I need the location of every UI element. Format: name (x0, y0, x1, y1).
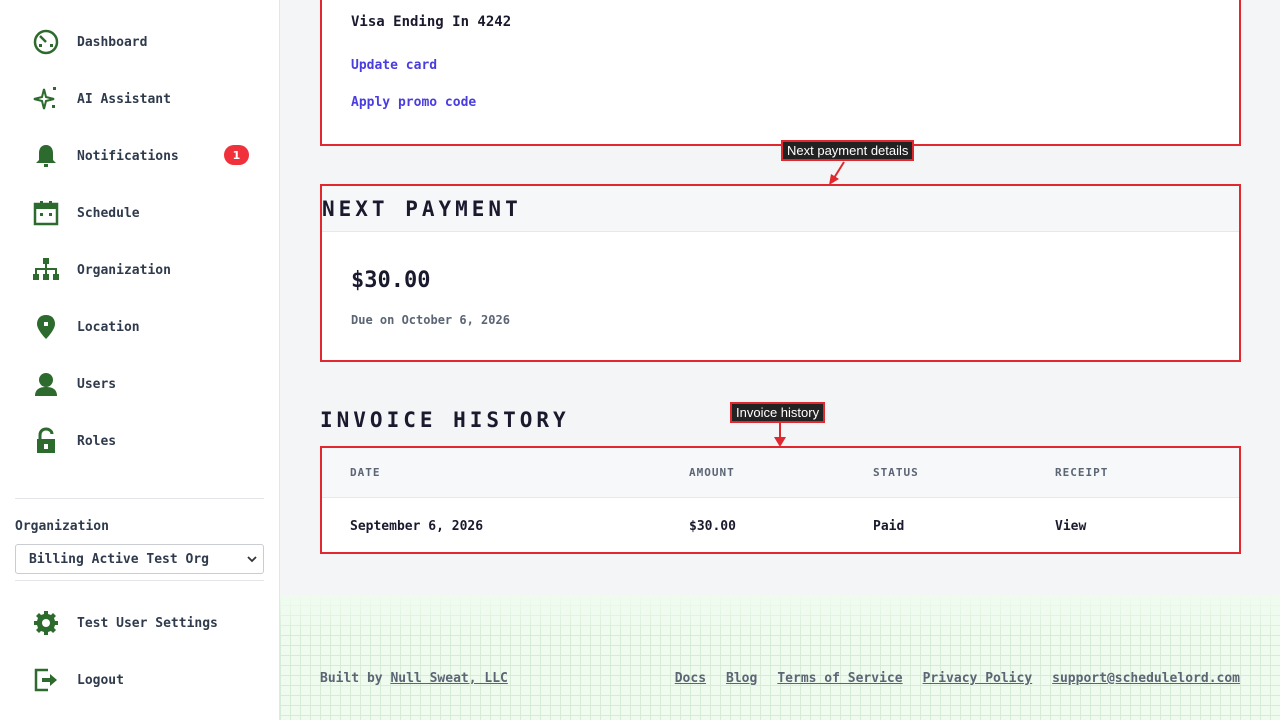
gear-icon (30, 607, 62, 639)
invoice-status: Paid (873, 519, 905, 534)
annotation-invoice-history: Invoice history (730, 402, 826, 423)
sidebar-item-schedule[interactable]: Schedule (30, 193, 265, 233)
calendar-icon (30, 197, 62, 229)
card-label: Visa Ending In 4242 (351, 14, 512, 30)
user-icon (30, 368, 62, 400)
sidebar-item-label: Logout (77, 672, 124, 688)
sidebar-item-label: Dashboard (77, 34, 148, 50)
sidebar-item-label: Test User Settings (77, 615, 218, 631)
footer-links: Docs Blog Terms of Service Privacy Polic… (675, 671, 1240, 686)
footer-link-blog[interactable]: Blog (726, 671, 757, 686)
annotation-arrow-icon (774, 422, 786, 447)
next-payment-due-date: Due on October 6, 2026 (351, 313, 510, 327)
sidebar: Dashboard AI Assistant Notifications 1 S… (0, 0, 280, 720)
annotation-next-payment: Next payment details (781, 140, 915, 161)
notification-badge: 1 (224, 145, 249, 165)
sidebar-item-location[interactable]: Location (30, 307, 265, 347)
built-by-link[interactable]: Null Sweat, LLC (390, 671, 507, 686)
next-payment-card: NEXT PAYMENT $30.00 Due on October 6, 20… (320, 184, 1241, 362)
column-header-amount: AMOUNT (689, 466, 735, 479)
next-payment-header: NEXT PAYMENT (322, 186, 1239, 232)
built-by: Built by Null Sweat, LLC (320, 671, 508, 686)
sidebar-item-label: Roles (77, 433, 117, 449)
organization-select-value: Billing Active Test Org (29, 551, 210, 567)
payment-method-card: Visa Ending In 4242 Update card Apply pr… (320, 0, 1241, 146)
organization-select[interactable]: Billing Active Test Org (15, 544, 264, 574)
sidebar-item-organization[interactable]: Organization (30, 250, 265, 290)
lock-icon (30, 425, 62, 457)
footer-link-docs[interactable]: Docs (675, 671, 706, 686)
sidebar-item-ai-assistant[interactable]: AI Assistant (30, 79, 265, 119)
sidebar-item-logout[interactable]: Logout (30, 660, 265, 700)
invoice-date: September 6, 2026 (350, 519, 484, 534)
built-by-prefix: Built by (320, 671, 383, 686)
column-header-receipt: RECEIPT (1055, 466, 1109, 479)
sidebar-item-roles[interactable]: Roles (30, 421, 265, 461)
sidebar-nav: Dashboard AI Assistant Notifications 1 S… (0, 0, 280, 492)
column-header-date: DATE (350, 466, 381, 479)
org-chart-icon (30, 254, 62, 286)
location-pin-icon (30, 311, 62, 343)
sidebar-item-notifications[interactable]: Notifications 1 (30, 136, 265, 176)
apply-promo-link[interactable]: Apply promo code (351, 95, 476, 110)
invoice-history-table: DATE AMOUNT STATUS RECEIPT September 6, … (320, 446, 1241, 554)
chevron-down-icon (247, 556, 257, 563)
logout-icon (30, 664, 62, 696)
sidebar-item-label: Location (77, 319, 140, 335)
footer-link-support-email[interactable]: support@schedulelord.com (1052, 671, 1240, 686)
sidebar-item-label: Notifications (77, 148, 179, 164)
column-header-status: STATUS (873, 466, 919, 479)
footer: Built by Null Sweat, LLC Docs Blog Terms… (280, 595, 1280, 720)
invoice-amount: $30.00 (689, 519, 736, 534)
footer-fade (280, 595, 1280, 635)
annotation-arrow-icon (829, 161, 845, 185)
sidebar-item-label: AI Assistant (77, 91, 171, 107)
sparkle-icon (30, 83, 62, 115)
next-payment-amount: $30.00 (351, 268, 431, 293)
sidebar-item-user-settings[interactable]: Test User Settings (30, 603, 265, 643)
organization-label: Organization (15, 519, 109, 534)
update-card-link[interactable]: Update card (351, 58, 437, 73)
next-payment-title: NEXT PAYMENT (322, 196, 522, 221)
view-receipt-link[interactable]: View (1055, 519, 1086, 534)
sidebar-item-label: Users (77, 376, 117, 392)
invoice-history-title: INVOICE HISTORY (320, 408, 570, 432)
sidebar-item-users[interactable]: Users (30, 364, 265, 404)
dashboard-icon (30, 26, 62, 58)
bell-icon (30, 140, 62, 172)
footer-link-privacy[interactable]: Privacy Policy (923, 671, 1033, 686)
footer-link-terms[interactable]: Terms of Service (777, 671, 902, 686)
sidebar-divider (15, 580, 264, 581)
sidebar-item-label: Organization (77, 262, 171, 278)
sidebar-item-partial-icon (34, 486, 58, 492)
sidebar-item-dashboard[interactable]: Dashboard (30, 22, 265, 62)
table-header: DATE AMOUNT STATUS RECEIPT (322, 448, 1239, 498)
sidebar-item-label: Schedule (77, 205, 140, 221)
sidebar-divider (15, 498, 264, 499)
table-row: September 6, 2026 $30.00 Paid View (322, 498, 1239, 552)
